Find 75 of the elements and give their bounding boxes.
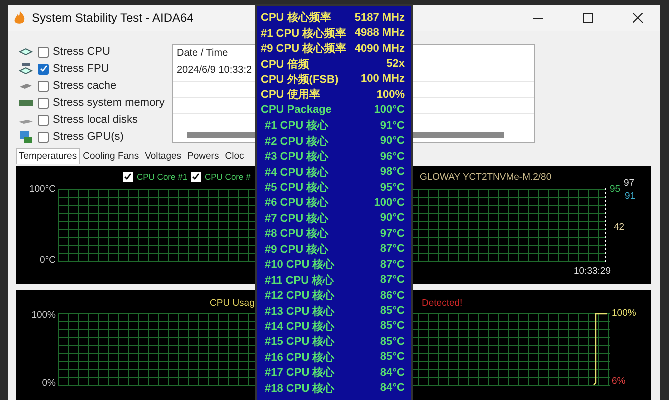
option-label: Stress system memory xyxy=(53,97,165,109)
sensor-value: 96°C xyxy=(380,150,405,163)
sensor-value: 85°C xyxy=(380,351,405,364)
sensor-value: 87°C xyxy=(380,258,405,271)
option-label: Stress CPU xyxy=(53,46,110,58)
sensor-label: #16 CPU 核心 xyxy=(265,350,335,365)
sensor-value: 90°C xyxy=(380,135,405,148)
legend-label: CPU Core #1 xyxy=(137,172,188,182)
axis-label: 0% xyxy=(42,378,56,389)
reading-label: 95 xyxy=(610,184,621,195)
sensor-label: #7 CPU 核心 xyxy=(265,212,329,226)
reading-label: 100% xyxy=(612,308,636,319)
sensor-value: 84°C xyxy=(380,382,405,394)
reading-label: 6% xyxy=(612,376,626,387)
legend-label: GLOWAY YCT2TNVMe-M.2/80 xyxy=(420,172,552,183)
sensor-value: 91°C xyxy=(380,120,405,132)
sensor-value: 100°C xyxy=(374,104,405,116)
sensor-value: 85°C xyxy=(380,320,405,332)
reading-label: 91 xyxy=(625,191,636,202)
sensor-label: #1 CPU 核心频率 xyxy=(261,26,347,41)
sensor-value: 85°C xyxy=(380,336,405,348)
column-header: Date / Time xyxy=(176,47,230,61)
sensor-value: 90°C xyxy=(380,212,405,224)
sensor-label: CPU Package xyxy=(261,104,332,116)
sensor-value: 4988 MHz xyxy=(354,27,405,40)
sensor-value: 84°C xyxy=(380,366,405,379)
reading-label: 97 xyxy=(624,178,635,189)
sensor-label: #14 CPU 核心 xyxy=(265,320,335,334)
sensor-value: 86°C xyxy=(380,290,405,302)
sensor-value: 100% xyxy=(376,88,405,101)
sensor-label: #13 CPU 核心 xyxy=(265,304,335,319)
axis-label: 100°C xyxy=(29,184,56,195)
table-cell-text: 2024/6/9 10:33:2 xyxy=(176,64,254,78)
axis-label: 100% xyxy=(32,310,56,321)
sensor-label: #4 CPU 核心 xyxy=(265,166,329,180)
legend-label: CPU Core # xyxy=(205,172,251,182)
axis-label: 0°C xyxy=(40,255,56,266)
sensor-value: 100 MHz xyxy=(360,73,405,86)
sensor-label: #10 CPU 核心 xyxy=(265,258,335,272)
reading-label: 42 xyxy=(614,222,625,233)
option-label: Stress FPU xyxy=(53,63,110,75)
sensor-label: #18 CPU 核心 xyxy=(265,382,335,396)
sensor-value: 100°C xyxy=(374,196,405,209)
sensor-label: #9 CPU 核心频率 xyxy=(261,42,347,56)
sensor-label: #12 CPU 核心 xyxy=(265,288,335,304)
sensor-label: CPU 外频(FSB) xyxy=(261,72,339,87)
time-label: 10:33:29 xyxy=(574,266,611,277)
sensor-label: #5 CPU 核心 xyxy=(265,180,329,196)
sensor-label: CPU 使用率 xyxy=(261,88,320,102)
option-label: Stress cache xyxy=(53,80,117,92)
sensor-label: #17 CPU 核心 xyxy=(265,366,335,380)
sensor-label: #8 CPU 核心 xyxy=(265,226,329,242)
sensor-value: 87°C xyxy=(380,274,405,286)
sensor-value: 5187 MHz xyxy=(354,12,405,24)
sensor-label: #9 CPU 核心 xyxy=(265,242,329,257)
sensor-label: #15 CPU 核心 xyxy=(265,334,335,350)
sensor-value: 95°C xyxy=(380,182,405,194)
sensor-label: #6 CPU 核心 xyxy=(265,196,329,210)
sensor-label: #3 CPU 核心 xyxy=(265,150,329,164)
sensor-label: #2 CPU 核心 xyxy=(265,134,329,149)
warning-label: Detected! xyxy=(422,298,463,309)
option-label: Stress local disks xyxy=(53,114,138,126)
sensor-value: 85°C xyxy=(380,305,405,318)
sensor-value: 52x xyxy=(386,58,405,70)
sensor-value: 97°C xyxy=(380,228,405,240)
option-label: Stress GPU(s) xyxy=(53,131,124,143)
sensor-label: CPU 倍频 xyxy=(261,58,310,72)
sensor-label: CPU 核心频率 xyxy=(261,10,332,26)
sensor-label: #1 CPU 核心 xyxy=(265,118,329,134)
sensor-value: 4090 MHz xyxy=(354,42,405,55)
sensor-label: #11 CPU 核心 xyxy=(265,274,334,288)
sensor-value: 87°C xyxy=(380,243,405,256)
sensor-value: 98°C xyxy=(380,166,405,178)
window-title: System Stability Test - AIDA64 xyxy=(32,11,194,25)
graph-title: CPU Usag xyxy=(210,298,255,309)
